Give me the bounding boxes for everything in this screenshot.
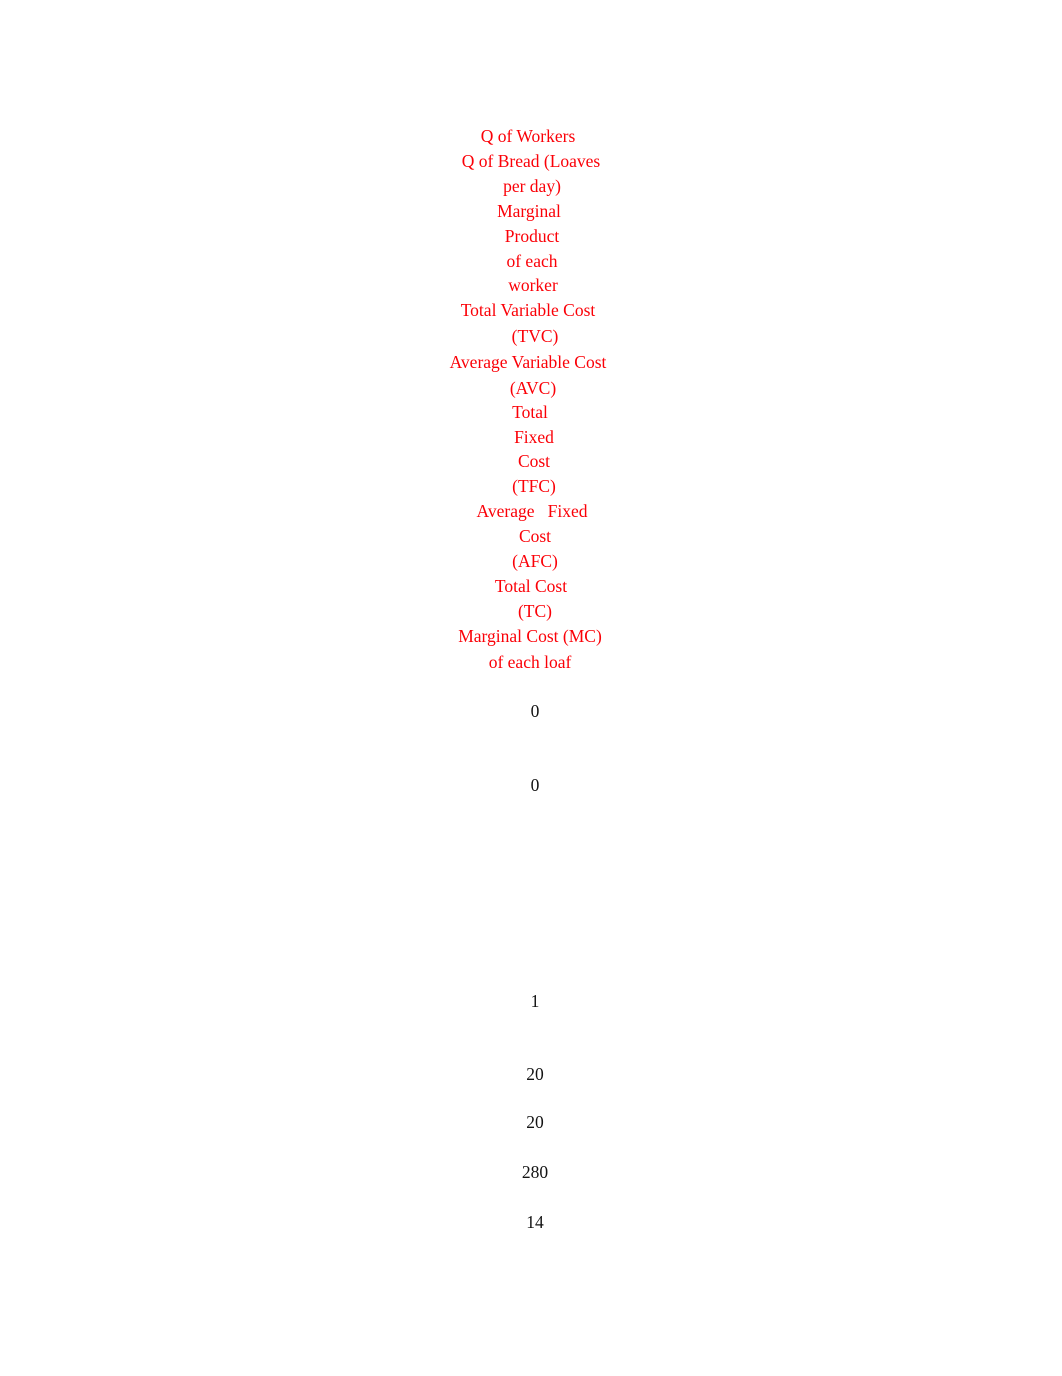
column-header-afc-l3: (AFC) [512, 551, 558, 571]
column-header-q-of-bread-l2: per day) [503, 176, 561, 196]
column-header-tfc-l4: (TFC) [512, 476, 556, 496]
cell-value-tvc: 20 [526, 1064, 544, 1084]
cell-value-tfc: 280 [521, 1162, 549, 1182]
column-header-afc-l1: Average Fixed [476, 501, 588, 521]
column-header-tvc-l2: (TVC) [511, 326, 559, 346]
cell-value-afc: 14 [526, 1212, 544, 1232]
column-header-marginal-product-l3: of each [506, 251, 558, 271]
cell-value-avc: 20 [526, 1112, 544, 1132]
column-header-tfc-l2: Fixed [514, 427, 554, 447]
cell-value-marginal-product: 1 [530, 991, 540, 1011]
column-header-mc-l2: of each loaf [488, 652, 572, 672]
column-header-q-of-bread-l1: Q of Bread (Loaves [461, 151, 601, 171]
document-page: Q of Workers Q of Bread (Loaves per day) Ma… [0, 0, 1062, 1376]
cell-value-q-bread: 0 [530, 775, 540, 795]
column-header-tc-l1: Total Cost [494, 576, 568, 596]
column-header-marginal-product-l4: worker [508, 275, 558, 295]
column-header-mc-l1: Marginal Cost (MC) [458, 626, 602, 646]
column-header-avc-l2: (AVC) [509, 378, 557, 398]
cell-value-q-workers: 0 [530, 701, 540, 721]
column-header-afc-l2: Cost [518, 526, 552, 546]
column-header-marginal-product-l1: Marginal [497, 201, 561, 221]
column-header-q-of-workers: Q of Workers [480, 126, 576, 146]
column-header-tfc-l3: Cost [517, 451, 551, 471]
column-header-marginal-product-l2: Product [504, 226, 560, 246]
column-header-tc-l2: (TC) [517, 601, 553, 621]
column-header-tfc-l1: Total [512, 402, 548, 422]
column-header-avc-l1: Average Variable Cost [449, 352, 607, 372]
column-header-tvc-l1: Total Variable Cost [460, 300, 596, 320]
